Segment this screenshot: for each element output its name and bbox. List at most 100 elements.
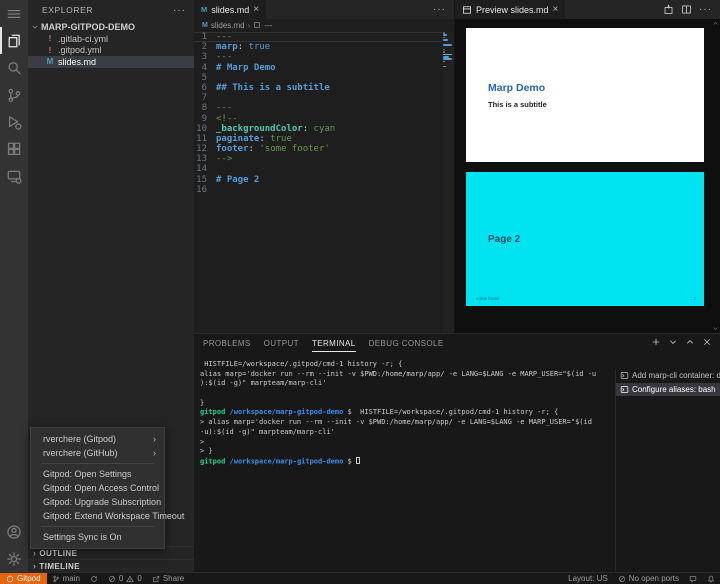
activity-menu-icon[interactable] [0,0,28,27]
line-number: 8 [194,103,216,113]
menu-item-label: Gitpod: Upgrade Subscription [43,497,161,507]
line-number: 2 [194,42,216,52]
breadcrumb[interactable]: M slides.md › --- [194,19,454,31]
tab-preview-slides-md[interactable]: Preview slides.md × [455,0,566,19]
activity-search-icon[interactable] [0,54,28,81]
markdown-file-icon: M [201,5,207,14]
slide-2-page-number: 2 [693,296,696,301]
circle-slash-icon [618,575,626,583]
code-line: 8--- [194,103,442,113]
timeline-section[interactable]: › TIMELINE [28,559,194,572]
panel-tab-terminal[interactable]: TERMINAL [312,334,356,352]
gitpod-icon [6,575,14,583]
minimap[interactable] [442,32,454,333]
activity-remote-explorer-icon[interactable] [0,162,28,189]
editor-tab-bar: M slides.md × ··· [194,0,454,19]
activity-accounts-icon[interactable] [0,518,28,545]
sync-icon [90,575,98,583]
split-editor-icon[interactable] [681,4,692,15]
close-panel-icon[interactable] [702,337,712,347]
minimap-line [443,39,448,41]
close-icon[interactable]: × [253,5,259,15]
refresh-preview-icon[interactable] [663,4,674,15]
sidebar-header: EXPLORER ··· [28,0,194,20]
line-number: 12 [194,144,216,154]
status-problems[interactable]: 00 [103,573,147,584]
file-.gitpod.yml[interactable]: !.gitpod.yml [28,45,194,57]
more-actions-icon[interactable]: ··· [699,4,712,15]
terminal-line: gitpod /workspace/marp-gitpod-demo $ [200,457,612,467]
line-number: 15 [194,175,216,185]
yaml-file-icon: ! [46,34,54,43]
menu-item[interactable]: Gitpod: Extend Workspace Timeout [31,509,164,523]
menu-item[interactable]: Settings Sync is On [31,530,164,544]
menu-separator [41,463,154,464]
status-git-branch[interactable]: main [47,573,85,584]
more-actions-icon[interactable]: ··· [173,5,186,16]
menu-item-label: Gitpod: Open Settings [43,469,132,479]
breadcrumb-file[interactable]: slides.md [211,21,245,30]
activity-manage-icon[interactable] [0,545,28,572]
breadcrumb-symbol[interactable]: --- [264,21,272,30]
more-actions-icon[interactable]: ··· [433,4,446,15]
panel-tab-bar: PROBLEMS OUTPUT TERMINAL DEBUG CONSOLE [194,334,720,352]
scroll-up-icon[interactable] [710,20,720,27]
line-content: marp: true [216,42,270,52]
activity-extensions-icon[interactable] [0,135,28,162]
terminal-icon [620,371,629,380]
menu-item[interactable]: rverchere (GitHub)› [31,446,164,460]
activity-explorer-icon[interactable] [0,27,28,54]
tab-slides-md[interactable]: M slides.md × [194,0,267,19]
terminal-list-item[interactable]: Configure aliases: bash [616,383,720,397]
status-ports[interactable]: No open ports [613,573,684,584]
new-terminal-icon[interactable] [651,337,661,347]
share-icon [152,575,160,583]
file-slides.md[interactable]: Mslides.md [28,56,194,68]
code-line: 10_backgroundColor: cyan [194,124,442,134]
tab-label: Preview slides.md [476,5,549,15]
panel-tab-problems[interactable]: PROBLEMS [203,334,251,352]
line-content: --> [216,154,232,164]
activity-source-control-icon[interactable] [0,81,28,108]
minimap-line [443,49,445,51]
terminal[interactable]: HISTFILE=/workspace/.gitpod/cmd-1 histor… [200,360,612,572]
code-editor[interactable]: 1---2marp: true3---4# Marp Demo56## This… [194,32,442,333]
panel-actions [651,337,712,347]
submenu-arrow-icon: › [153,432,156,446]
minimap-line [443,44,452,46]
minimap-line [443,37,445,39]
line-number: 16 [194,185,216,195]
status-feedback[interactable] [684,573,702,584]
status-gitpod-remote[interactable]: Gitpod [0,573,47,584]
status-share[interactable]: Share [147,573,189,584]
terminal-list-item[interactable]: Add marp-cli container: d... [616,369,720,383]
scroll-down-icon[interactable] [710,325,720,332]
code-line: 7 [194,93,442,103]
menu-item[interactable]: Gitpod: Upgrade Subscription [31,495,164,509]
minimap-line [443,66,446,68]
file-.gitlab-ci.yml[interactable]: !.gitlab-ci.yml [28,33,194,45]
status-sync[interactable] [85,573,103,584]
chevron-right-icon: › [33,548,36,558]
status-notifications[interactable] [702,573,720,584]
file-name: .gitpod.yml [58,45,102,55]
status-keyboard-layout[interactable]: Layout: US [563,573,613,584]
panel-tab-output[interactable]: OUTPUT [264,334,299,352]
minimap-line [443,56,449,58]
code-line: 1--- [194,32,442,42]
menu-item[interactable]: Gitpod: Open Settings [31,467,164,481]
panel-tab-debug-console[interactable]: DEBUG CONSOLE [369,334,444,352]
menu-item[interactable]: Gitpod: Open Access Control [31,481,164,495]
panel-body: HISTFILE=/workspace/.gitpod/cmd-1 histor… [194,352,720,572]
activity-run-debug-icon[interactable] [0,108,28,135]
terminal-line: HISTFILE=/workspace/.gitpod/cmd-1 histor… [200,360,612,370]
menu-item[interactable]: rverchere (Gitpod)› [31,432,164,446]
terminal-picker-icon[interactable] [668,337,678,347]
maximize-panel-icon[interactable] [685,337,695,347]
marp-preview-webview: Marp Demo This is a subtitle Page 2 some… [455,19,720,333]
code-line: 16 [194,185,442,195]
close-icon[interactable]: × [553,5,559,15]
preview-tab-bar: Preview slides.md × ··· [455,0,720,19]
terminal-list-label: Configure aliases: bash [632,385,716,394]
folder-row[interactable]: MARP-GITPOD-DEMO [28,20,194,33]
